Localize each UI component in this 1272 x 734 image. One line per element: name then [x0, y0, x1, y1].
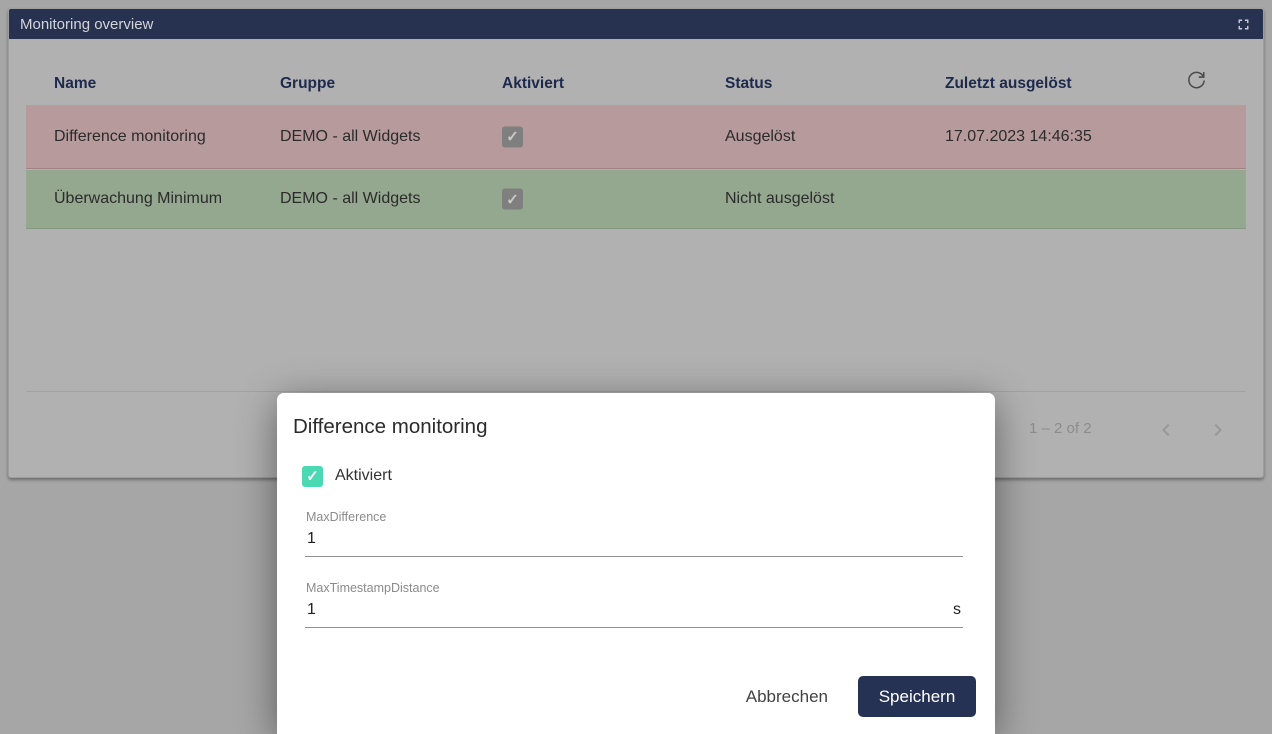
difference-monitoring-dialog: Difference monitoring ✓ Aktiviert MaxDif…: [277, 393, 995, 734]
table-row-ueberwachung-minimum[interactable]: Überwachung Minimum DEMO - all Widgets ✓…: [26, 170, 1246, 229]
maxtimestampdistance-input[interactable]: [305, 601, 953, 627]
save-button[interactable]: Speichern: [858, 676, 976, 717]
cancel-button[interactable]: Abbrechen: [730, 679, 844, 715]
row-status: Ausgelöst: [725, 128, 795, 146]
dialog-actions: Abbrechen Speichern: [730, 676, 976, 717]
row-gruppe: DEMO - all Widgets: [280, 128, 420, 146]
row-zuletzt: 17.07.2023 14:46:35: [945, 128, 1092, 146]
aktiviert-checkbox-row[interactable]: ✓ Aktiviert: [302, 465, 392, 487]
refresh-icon: [1185, 69, 1208, 92]
column-header-gruppe: Gruppe: [280, 75, 335, 93]
pagination-divider: [26, 391, 1246, 392]
seconds-unit-suffix: s: [953, 601, 963, 627]
maxdifference-input[interactable]: [305, 530, 963, 556]
row-aktiviert-checkbox: ✓: [502, 126, 523, 147]
fullscreen-icon: [1235, 16, 1252, 33]
aktiviert-checkbox[interactable]: ✓: [302, 466, 323, 487]
row-name: Difference monitoring: [54, 128, 206, 146]
maxtimestampdistance-field: s: [305, 590, 963, 628]
refresh-button[interactable]: [1181, 65, 1211, 95]
pagination-prev-button[interactable]: [1153, 417, 1179, 443]
row-gruppe: DEMO - all Widgets: [280, 190, 420, 208]
table-row-difference-monitoring[interactable]: Difference monitoring DEMO - all Widgets…: [26, 105, 1246, 169]
check-icon: ✓: [506, 190, 519, 208]
check-icon: ✓: [306, 467, 319, 485]
aktiviert-checkbox-label: Aktiviert: [335, 467, 392, 485]
chevron-left-icon: [1154, 418, 1178, 442]
maxdifference-field: [305, 519, 963, 557]
row-aktiviert-checkbox: ✓: [502, 189, 523, 210]
fullscreen-button[interactable]: [1233, 14, 1253, 34]
dialog-title: Difference monitoring: [293, 415, 487, 439]
panel-titlebar: Monitoring overview: [9, 9, 1263, 39]
column-header-name: Name: [54, 75, 96, 93]
pagination-next-button[interactable]: [1205, 417, 1231, 443]
row-status: Nicht ausgelöst: [725, 190, 834, 208]
column-header-aktiviert: Aktiviert: [502, 75, 564, 93]
row-name: Überwachung Minimum: [54, 190, 222, 208]
panel-title: Monitoring overview: [20, 16, 153, 33]
chevron-right-icon: [1206, 418, 1230, 442]
pagination-range-label: 1 – 2 of 2: [1029, 420, 1092, 437]
column-header-status: Status: [725, 75, 772, 93]
check-icon: ✓: [506, 128, 519, 146]
column-header-zuletzt: Zuletzt ausgelöst: [945, 75, 1072, 93]
